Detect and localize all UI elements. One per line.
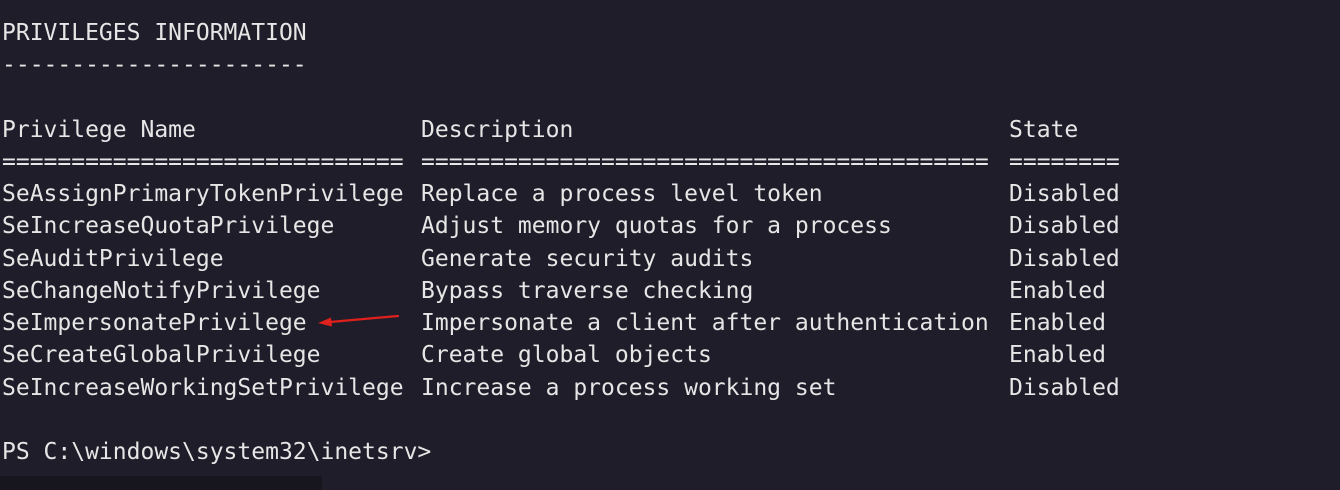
privilege-state: Disabled	[1009, 213, 1120, 239]
privilege-name: SeCreateGlobalPrivilege	[2, 342, 321, 368]
bottom-shadow-band	[0, 476, 322, 490]
privilege-name: SeChangeNotifyPrivilege	[2, 278, 321, 304]
privilege-name: SeIncreaseWorkingSetPrivilege	[2, 375, 404, 401]
privilege-state: Disabled	[1009, 246, 1120, 272]
privilege-state: Disabled	[1009, 181, 1120, 207]
privilege-state: Disabled	[1009, 375, 1120, 401]
column-separator-state: ========	[1009, 149, 1120, 175]
column-separator-description: ========================================…	[421, 149, 989, 175]
column-header-state: State	[1009, 117, 1079, 143]
section-title: PRIVILEGES INFORMATION	[2, 20, 307, 46]
privilege-name: SeIncreaseQuotaPrivilege	[2, 213, 335, 239]
privilege-state: Enabled	[1009, 310, 1106, 336]
privilege-description: Replace a process level token	[421, 181, 823, 207]
privilege-state: Enabled	[1009, 342, 1106, 368]
privilege-description: Adjust memory quotas for a process	[421, 213, 892, 239]
section-title-underline: ----------------------	[2, 52, 307, 78]
privilege-name: SeAssignPrimaryTokenPrivilege	[2, 181, 404, 207]
privilege-name: SeAuditPrivilege	[2, 246, 224, 272]
column-header-description: Description	[421, 117, 574, 143]
command-prompt[interactable]: PS C:\windows\system32\inetsrv>	[2, 436, 431, 468]
privilege-description: Bypass traverse checking	[421, 278, 754, 304]
privilege-description: Impersonate a client after authenticatio…	[421, 310, 989, 336]
terminal-window[interactable]: PRIVILEGES INFORMATION -----------------…	[0, 0, 1340, 490]
privilege-state: Enabled	[1009, 278, 1106, 304]
privilege-description: Create global objects	[421, 342, 712, 368]
privilege-description: Increase a process working set	[421, 375, 837, 401]
column-header-privilege-name: Privilege Name	[2, 117, 196, 143]
red-arrow-icon	[318, 314, 400, 327]
privilege-description: Generate security audits	[421, 246, 754, 272]
column-separator-privilege-name: =============================	[2, 149, 404, 175]
privilege-name: SeImpersonatePrivilege	[2, 310, 307, 336]
